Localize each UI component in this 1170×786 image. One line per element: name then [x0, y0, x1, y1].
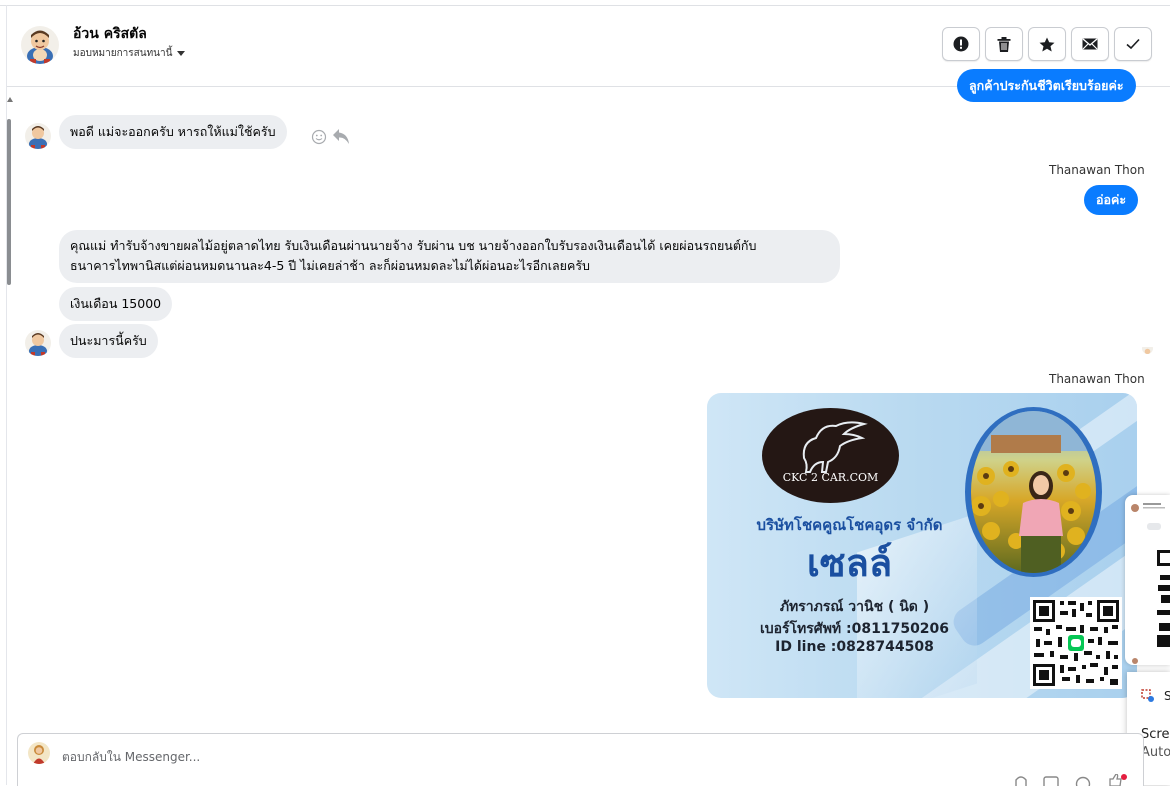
snipping-tool-icon — [1141, 689, 1155, 703]
business-card-image[interactable]: CKC 2 CAR.COM บริษัทโชคคูณโชคอุดร จำกัด … — [707, 393, 1137, 698]
assign-label: มอบหมายการสนทนานี้ — [73, 48, 172, 59]
check-icon — [1126, 38, 1140, 50]
sender-name: Thanawan Thon — [1049, 372, 1145, 386]
header-actions — [942, 27, 1152, 61]
card-company: บริษัทโชคคูณโชคอุดร จำกัด — [727, 513, 972, 537]
spam-icon — [953, 36, 969, 52]
message-outgoing[interactable]: อ่อค่ะ — [1084, 185, 1138, 215]
message-incoming[interactable]: คุณแม่ ทำรับจ้างขายผลไม้อยู่ตลาดไทย รับเ… — [59, 230, 840, 283]
pegasus-icon — [792, 418, 870, 474]
card-line-id: ID line :0828744508 — [727, 639, 982, 655]
message-incoming[interactable]: พอดี แม่จะออกครับ หารถให้แม่ใช้ครับ — [59, 115, 287, 149]
star-button[interactable] — [1028, 27, 1066, 61]
trash-icon — [997, 37, 1011, 52]
mark-done-button[interactable] — [1114, 27, 1152, 61]
mail-icon — [1082, 38, 1098, 50]
react-smiley-icon[interactable] — [311, 129, 327, 145]
sender-name: Thanawan Thon — [1049, 163, 1145, 177]
message-text: เงินเดือน 15000 — [70, 296, 161, 311]
company-logo — [762, 408, 899, 503]
caret-down-icon — [177, 51, 185, 56]
side-preview-panel[interactable] — [1125, 495, 1170, 665]
message-text: อ่อค่ะ — [1096, 192, 1126, 207]
read-receipt-avatar — [1142, 343, 1153, 354]
mark-unread-button[interactable] — [1071, 27, 1109, 61]
assign-conversation-dropdown[interactable]: มอบหมายการสนทนานี้ — [73, 46, 185, 61]
mark-spam-button[interactable] — [942, 27, 980, 61]
logo-text: CKC 2 CAR.COM — [762, 471, 899, 484]
page-avatar — [28, 742, 50, 764]
toast-app-initial: S — [1164, 689, 1170, 703]
message-text: ปนะมารนี้ครับ — [70, 333, 147, 348]
delete-button[interactable] — [985, 27, 1023, 61]
message-text: ลูกค้าประกันชีวิตเรียบร้อยค่ะ — [969, 78, 1124, 93]
notification-dot — [1121, 774, 1127, 780]
contact-name[interactable]: อ้วน คริสตัล — [73, 23, 147, 45]
scrollbar-thumb[interactable] — [7, 119, 11, 285]
toast-title: Screen — [1141, 727, 1170, 742]
portrait-photo — [971, 411, 1096, 573]
reply-composer[interactable]: ตอบกลับใน Messenger... — [17, 733, 1144, 786]
card-person-name: ภัทราภรณ์ วานิช ( นิด ) — [727, 596, 982, 618]
message-text-line: คุณแม่ ทำรับจ้างขายผลไม้อยู่ตลาดไทย รับเ… — [70, 236, 829, 256]
star-icon — [1039, 37, 1055, 52]
contact-avatar[interactable] — [21, 26, 59, 64]
qr-code[interactable] — [1030, 597, 1122, 689]
message-outgoing-partial: ลูกค้าประกันชีวิตเรียบร้อยค่ะ — [957, 69, 1136, 102]
contact-avatar-small — [25, 330, 51, 356]
contact-avatar-small — [25, 123, 51, 149]
message-thread[interactable]: ลูกค้าประกันชีวิตเรียบร้อยค่ะ พอดี แม่จะ… — [7, 87, 1170, 727]
reply-input-placeholder[interactable]: ตอบกลับใน Messenger... — [62, 748, 200, 767]
message-text: พอดี แม่จะออกครับ หารถให้แม่ใช้ครับ — [70, 124, 276, 139]
reply-icon[interactable] — [332, 128, 350, 145]
scroll-up-arrow-icon[interactable] — [7, 97, 13, 102]
card-phone: เบอร์โทรศัพท์ :0811750206 — [727, 618, 982, 640]
message-text-line: ธนาคารไทพานิสแต่ผ่อนหมดนานละ4-5 ปี ไม่เค… — [70, 256, 829, 276]
message-incoming[interactable]: ปนะมารนี้ครับ — [59, 324, 158, 358]
card-role: เซลล์ — [727, 541, 972, 585]
toast-subtitle: Auto — [1141, 745, 1170, 760]
message-incoming[interactable]: เงินเดือน 15000 — [59, 287, 172, 321]
like-icon[interactable] — [1108, 774, 1122, 786]
